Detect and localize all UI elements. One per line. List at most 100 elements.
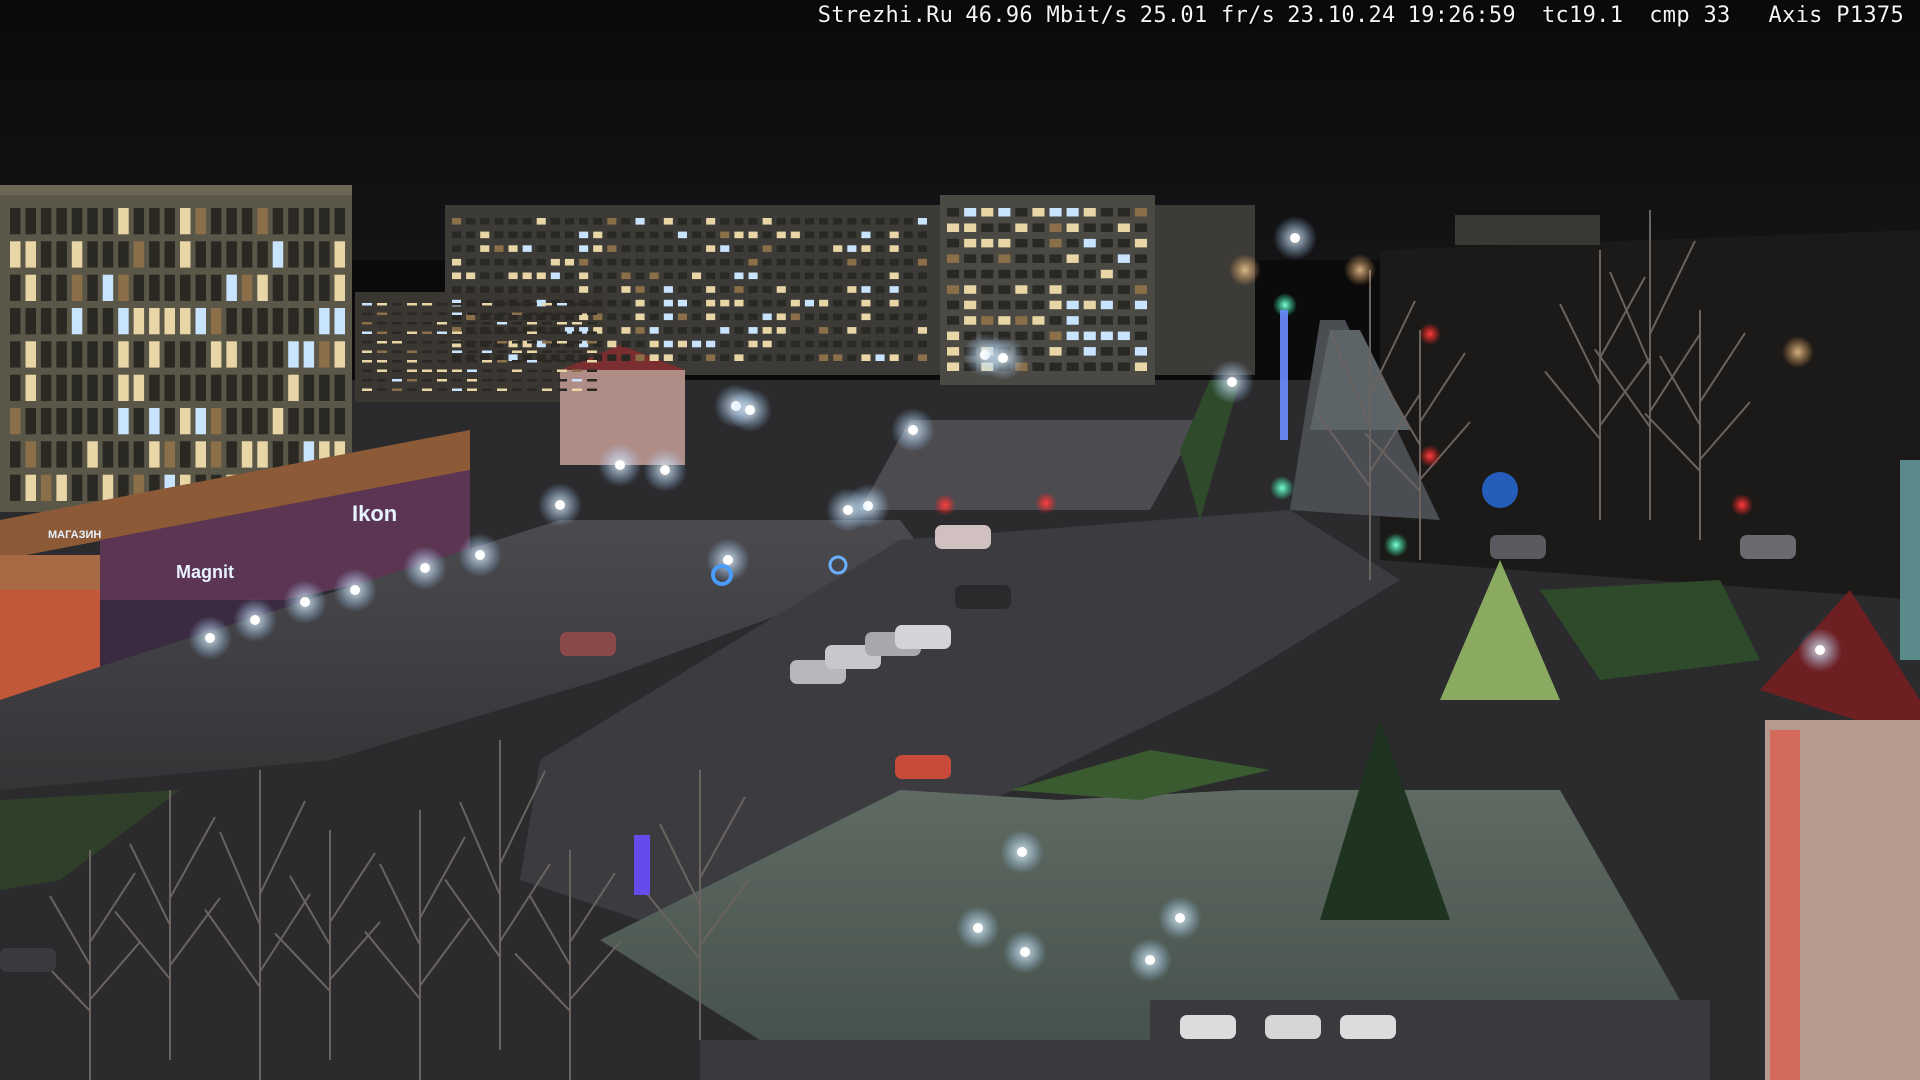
window	[1015, 269, 1028, 279]
window	[508, 286, 518, 293]
window	[607, 340, 617, 348]
window	[527, 312, 537, 315]
window	[875, 299, 885, 307]
window	[407, 312, 417, 315]
window	[164, 441, 175, 468]
window	[522, 245, 532, 252]
window	[947, 254, 960, 263]
window	[1032, 331, 1045, 341]
window	[87, 474, 98, 501]
window	[593, 231, 603, 239]
window	[494, 218, 504, 225]
window	[720, 258, 730, 266]
window	[1134, 331, 1147, 341]
window	[557, 388, 567, 391]
window	[508, 231, 518, 239]
window	[847, 313, 857, 321]
window	[87, 341, 98, 368]
window	[522, 258, 532, 266]
window	[621, 340, 631, 348]
window	[466, 272, 476, 280]
window	[480, 272, 490, 280]
window	[734, 299, 744, 307]
window	[118, 341, 129, 368]
window	[1066, 347, 1079, 356]
window	[1117, 362, 1130, 371]
window	[467, 331, 477, 334]
window	[1066, 269, 1079, 279]
window	[482, 379, 492, 382]
window	[621, 286, 631, 293]
window	[56, 308, 67, 335]
window	[981, 254, 994, 263]
window	[87, 308, 98, 335]
traffic-light-red	[1419, 323, 1441, 345]
window	[1066, 316, 1079, 325]
window	[362, 303, 372, 306]
window	[377, 379, 387, 382]
window	[25, 208, 36, 235]
window	[776, 231, 786, 239]
window	[319, 341, 330, 368]
window	[164, 374, 175, 401]
window	[210, 408, 222, 435]
window	[947, 331, 960, 341]
window	[467, 369, 477, 372]
window	[542, 331, 552, 334]
street-light-bulb	[723, 555, 733, 565]
window	[621, 327, 631, 334]
street-light-bulb	[300, 597, 310, 607]
window	[512, 312, 522, 315]
street-light-bulb	[973, 923, 983, 933]
window	[180, 408, 191, 435]
window	[889, 286, 899, 293]
window	[288, 241, 299, 268]
window	[512, 388, 522, 391]
window	[257, 341, 268, 368]
window	[210, 441, 222, 468]
window	[917, 272, 927, 280]
window	[917, 218, 927, 225]
window	[947, 223, 960, 232]
window	[663, 245, 673, 252]
window	[564, 258, 574, 266]
window	[964, 238, 977, 248]
window	[195, 408, 206, 435]
window	[861, 327, 871, 334]
window	[981, 285, 994, 294]
window	[981, 316, 994, 325]
window	[833, 313, 843, 321]
window	[10, 408, 21, 435]
window	[889, 313, 899, 321]
window	[692, 354, 702, 361]
window	[572, 350, 582, 353]
window	[1049, 269, 1062, 279]
window	[102, 408, 114, 435]
window	[833, 245, 843, 252]
window	[542, 322, 552, 325]
window	[482, 369, 492, 372]
window	[692, 340, 702, 348]
window	[288, 208, 299, 235]
window	[149, 341, 160, 368]
window	[1015, 238, 1028, 248]
window	[40, 441, 52, 468]
window	[362, 322, 372, 325]
window	[392, 350, 402, 353]
window	[1083, 300, 1096, 310]
window	[71, 274, 83, 301]
window	[804, 272, 814, 280]
window	[734, 231, 744, 239]
window	[480, 231, 490, 239]
window	[762, 245, 772, 252]
car	[560, 632, 616, 656]
window	[377, 312, 387, 315]
window	[71, 374, 83, 401]
window	[804, 245, 814, 252]
window	[572, 303, 582, 306]
window	[692, 245, 702, 252]
window	[790, 218, 800, 225]
window	[734, 245, 744, 252]
window	[437, 303, 447, 306]
window	[1083, 208, 1096, 217]
